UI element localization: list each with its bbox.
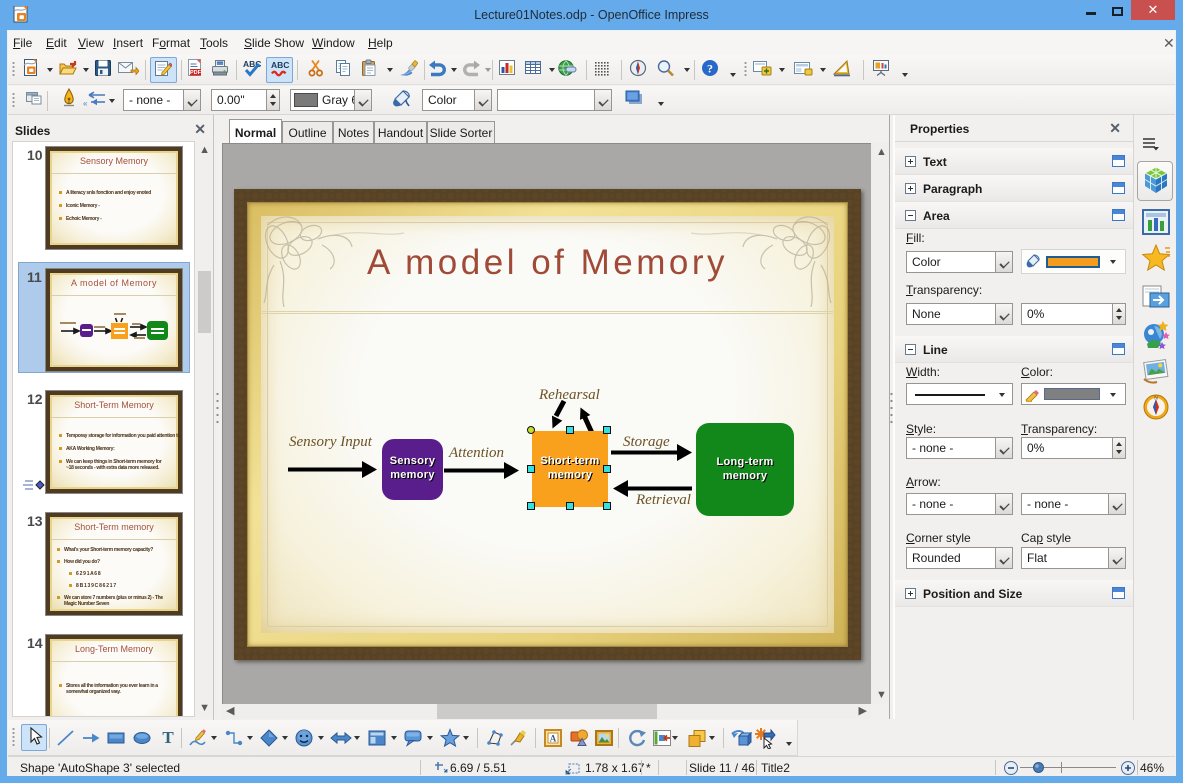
svg-text:«: « (83, 99, 88, 108)
svg-text:N: N (1154, 396, 1158, 402)
svg-text:T: T (162, 728, 174, 747)
svg-text:PDF: PDF (190, 70, 202, 76)
svg-text:A: A (550, 734, 557, 744)
svg-text:?: ? (707, 62, 713, 76)
svg-text:ABC: ABC (271, 60, 289, 70)
